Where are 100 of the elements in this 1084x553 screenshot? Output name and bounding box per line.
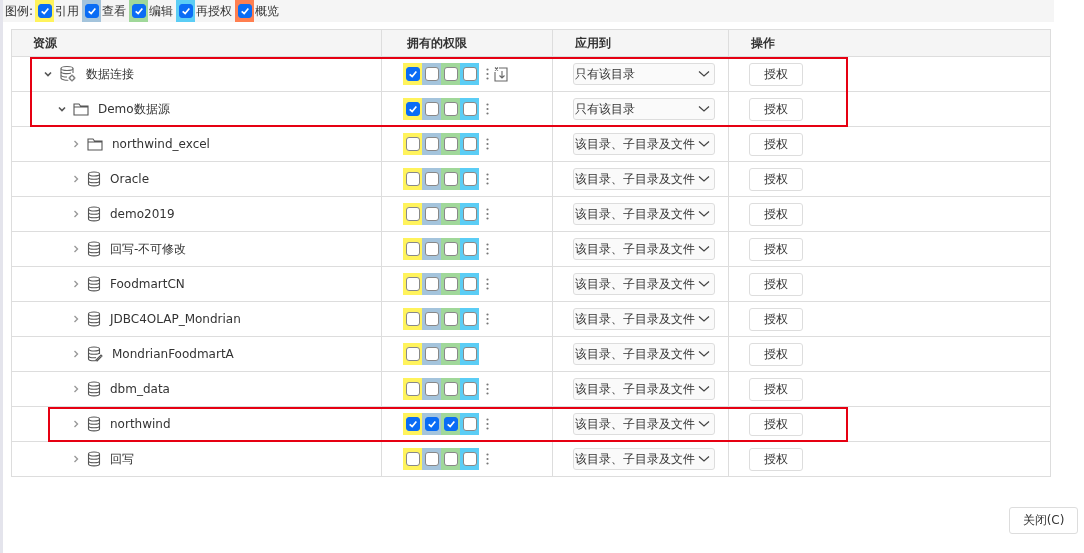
permission-checkbox[interactable] bbox=[462, 242, 477, 256]
permission-checkbox[interactable] bbox=[443, 102, 458, 116]
column-header: 资源 bbox=[33, 34, 57, 52]
permission-checkbox[interactable] bbox=[424, 67, 439, 81]
more-icon[interactable] bbox=[486, 383, 489, 395]
permission-checkbox[interactable] bbox=[443, 137, 458, 151]
more-icon[interactable] bbox=[486, 313, 489, 325]
permission-checkbox[interactable] bbox=[405, 277, 420, 291]
permission-checkbox[interactable] bbox=[405, 172, 420, 186]
scope-select[interactable]: 只有该目录 bbox=[573, 63, 715, 85]
authorize-button[interactable]: 授权 bbox=[749, 62, 803, 86]
scope-select[interactable]: 该目录、子目录及文件 bbox=[573, 378, 715, 400]
permission-checkbox[interactable] bbox=[443, 312, 458, 326]
permission-checkbox[interactable] bbox=[443, 452, 458, 466]
permission-checkbox[interactable] bbox=[405, 102, 420, 116]
permission-checkbox[interactable] bbox=[424, 382, 439, 396]
permission-checkbox[interactable] bbox=[405, 417, 420, 431]
authorize-button[interactable]: 授权 bbox=[749, 237, 803, 261]
authorize-button[interactable]: 授权 bbox=[749, 342, 803, 366]
more-icon[interactable] bbox=[486, 418, 489, 430]
permission-checkbox[interactable] bbox=[424, 277, 439, 291]
permission-checkbox[interactable] bbox=[443, 207, 458, 221]
more-icon[interactable] bbox=[486, 243, 489, 255]
permission-checkbox[interactable] bbox=[462, 67, 477, 81]
chevron-right-icon[interactable] bbox=[71, 139, 81, 149]
permission-checkbox[interactable] bbox=[462, 347, 477, 361]
authorize-button[interactable]: 授权 bbox=[749, 377, 803, 401]
scope-select[interactable]: 该目录、子目录及文件 bbox=[573, 203, 715, 225]
permission-checkbox[interactable] bbox=[462, 137, 477, 151]
permission-checkbox[interactable] bbox=[405, 67, 420, 81]
chevron-right-icon[interactable] bbox=[71, 349, 81, 359]
authorize-button[interactable]: 授权 bbox=[749, 272, 803, 296]
permission-checkbox[interactable] bbox=[424, 137, 439, 151]
chevron-right-icon[interactable] bbox=[71, 279, 81, 289]
chevron-right-icon[interactable] bbox=[71, 314, 81, 324]
permission-checkbox[interactable] bbox=[405, 207, 420, 221]
permission-checkbox[interactable] bbox=[462, 277, 477, 291]
permission-checkbox[interactable] bbox=[462, 102, 477, 116]
permission-checkbox[interactable] bbox=[462, 172, 477, 186]
more-icon[interactable] bbox=[486, 138, 489, 150]
more-icon[interactable] bbox=[486, 278, 489, 290]
permission-checkbox[interactable] bbox=[443, 347, 458, 361]
scope-select[interactable]: 该目录、子目录及文件 bbox=[573, 168, 715, 190]
chevron-down-icon[interactable] bbox=[43, 69, 53, 79]
more-icon[interactable] bbox=[486, 453, 489, 465]
permission-checkbox[interactable] bbox=[424, 417, 439, 431]
close-button[interactable]: 关闭(C) bbox=[1009, 507, 1078, 534]
scope-select[interactable]: 该目录、子目录及文件 bbox=[573, 273, 715, 295]
more-icon[interactable] bbox=[486, 208, 489, 220]
permission-checkbox[interactable] bbox=[424, 172, 439, 186]
chevron-right-icon[interactable] bbox=[71, 174, 81, 184]
chevron-right-icon[interactable] bbox=[71, 454, 81, 464]
permission-checkbox[interactable] bbox=[405, 452, 420, 466]
chevron-down-icon[interactable] bbox=[57, 104, 67, 114]
permission-checkbox[interactable] bbox=[424, 207, 439, 221]
permission-checkbox[interactable] bbox=[424, 312, 439, 326]
chevron-right-icon[interactable] bbox=[71, 209, 81, 219]
permission-checkbox[interactable] bbox=[405, 347, 420, 361]
permission-checkbox[interactable] bbox=[443, 382, 458, 396]
scope-select[interactable]: 该目录、子目录及文件 bbox=[573, 343, 715, 365]
checkmark-icon bbox=[407, 104, 418, 114]
permission-checkbox[interactable] bbox=[405, 382, 420, 396]
permission-checkbox[interactable] bbox=[405, 137, 420, 151]
scope-select[interactable]: 该目录、子目录及文件 bbox=[573, 308, 715, 330]
authorize-button[interactable]: 授权 bbox=[749, 97, 803, 121]
more-icon[interactable] bbox=[486, 68, 489, 80]
authorize-button[interactable]: 授权 bbox=[749, 447, 803, 471]
permission-checkbox[interactable] bbox=[462, 417, 477, 431]
import-icon[interactable] bbox=[493, 66, 509, 82]
chevron-right-icon[interactable] bbox=[71, 244, 81, 254]
permission-checkbox[interactable] bbox=[405, 312, 420, 326]
scope-select[interactable]: 只有该目录 bbox=[573, 98, 715, 120]
permission-checkbox[interactable] bbox=[462, 207, 477, 221]
permission-checkbox[interactable] bbox=[443, 277, 458, 291]
permission-checkbox[interactable] bbox=[405, 242, 420, 256]
authorize-button[interactable]: 授权 bbox=[749, 167, 803, 191]
permission-checkbox[interactable] bbox=[443, 67, 458, 81]
permission-checkbox[interactable] bbox=[424, 452, 439, 466]
permission-checkbox[interactable] bbox=[424, 242, 439, 256]
permission-checkbox[interactable] bbox=[443, 417, 458, 431]
scope-select[interactable]: 该目录、子目录及文件 bbox=[573, 133, 715, 155]
scope-select[interactable]: 该目录、子目录及文件 bbox=[573, 413, 715, 435]
scope-select[interactable]: 该目录、子目录及文件 bbox=[573, 238, 715, 260]
permission-checkbox[interactable] bbox=[462, 382, 477, 396]
permission-checkbox[interactable] bbox=[443, 242, 458, 256]
permission-checkbox[interactable] bbox=[424, 347, 439, 361]
chevron-right-icon[interactable] bbox=[71, 384, 81, 394]
authorize-button[interactable]: 授权 bbox=[749, 202, 803, 226]
permission-checkbox[interactable] bbox=[424, 102, 439, 116]
authorize-button[interactable]: 授权 bbox=[749, 132, 803, 156]
resource-name: Oracle bbox=[110, 172, 150, 186]
permission-checkbox[interactable] bbox=[462, 452, 477, 466]
chevron-right-icon[interactable] bbox=[71, 419, 81, 429]
authorize-button[interactable]: 授权 bbox=[749, 307, 803, 331]
more-icon[interactable] bbox=[486, 173, 489, 185]
authorize-button[interactable]: 授权 bbox=[749, 412, 803, 436]
permission-checkbox[interactable] bbox=[443, 172, 458, 186]
more-icon[interactable] bbox=[486, 103, 489, 115]
scope-select[interactable]: 该目录、子目录及文件 bbox=[573, 448, 715, 470]
permission-checkbox[interactable] bbox=[462, 312, 477, 326]
